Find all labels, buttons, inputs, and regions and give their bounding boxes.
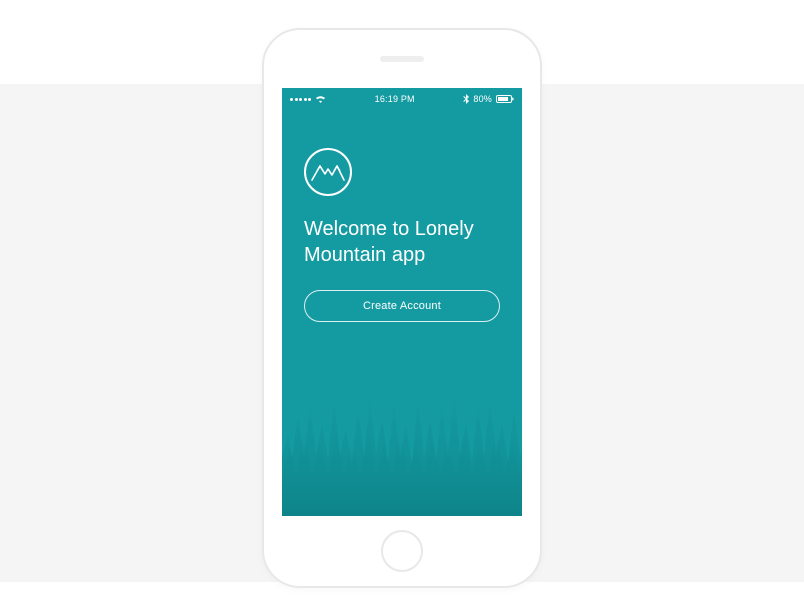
status-left [290, 95, 326, 103]
create-account-button[interactable]: Create Account [304, 290, 500, 322]
phone-frame: 16:19 PM 80% Welcome t [262, 28, 542, 588]
mountain-icon [311, 162, 345, 182]
welcome-content: Welcome to Lonely Mountain app Create Ac… [282, 110, 522, 322]
bluetooth-icon [463, 94, 469, 104]
signal-dots-icon [290, 98, 311, 101]
welcome-title: Welcome to Lonely Mountain app [304, 216, 500, 268]
status-right: 80% [463, 94, 514, 104]
app-logo [304, 148, 352, 196]
battery-percent: 80% [473, 94, 492, 104]
wifi-icon [315, 95, 326, 103]
phone-speaker [380, 56, 424, 62]
forest-silhouette [282, 346, 522, 516]
app-screen: 16:19 PM 80% Welcome t [282, 88, 522, 516]
phone-home-button[interactable] [381, 530, 423, 572]
status-time: 16:19 PM [375, 94, 415, 104]
battery-icon [496, 95, 514, 103]
status-bar: 16:19 PM 80% [282, 88, 522, 110]
create-account-label: Create Account [363, 300, 441, 312]
